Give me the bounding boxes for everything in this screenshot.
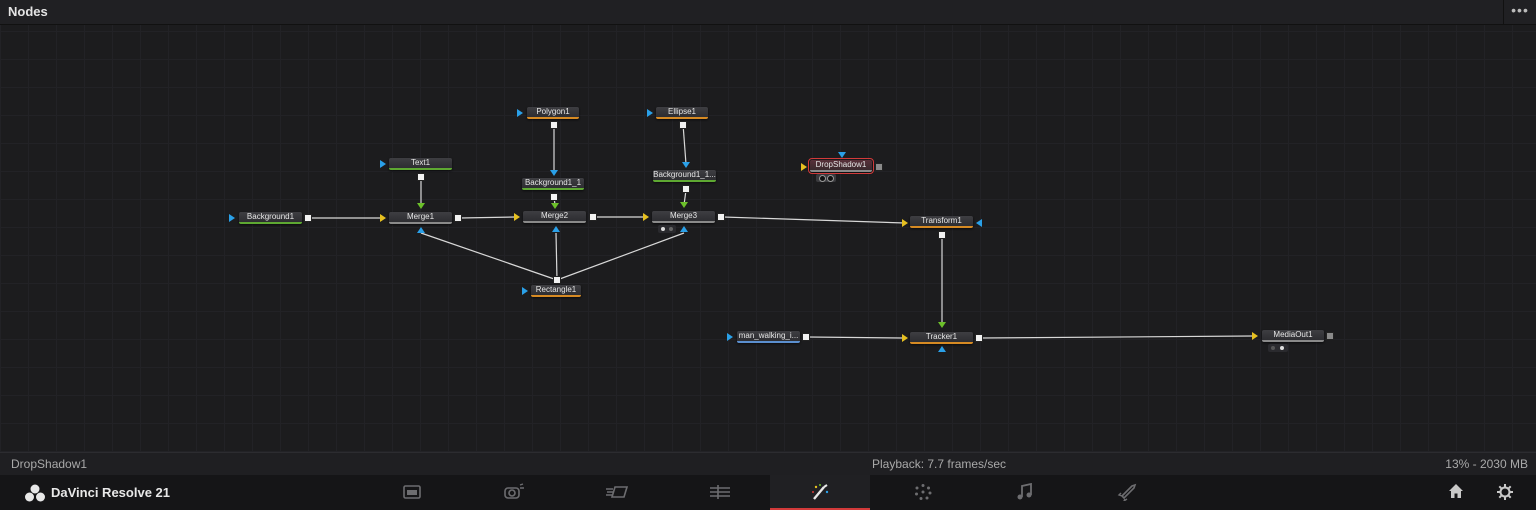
- mask-input-icon[interactable]: [727, 333, 733, 341]
- node-merge3[interactable]: Merge3: [652, 211, 715, 223]
- output-port[interactable]: [304, 214, 312, 222]
- wire: [807, 336, 903, 339]
- foreground-input-icon[interactable]: [938, 322, 946, 328]
- output-port[interactable]: [589, 213, 597, 221]
- node-background1-1-trunc[interactable]: Background1_1...: [653, 170, 716, 182]
- media-page-icon: [403, 485, 421, 499]
- background-input-icon[interactable]: [643, 213, 649, 221]
- app-name: DaVinci Resolve 21: [51, 485, 170, 500]
- mask-input-icon[interactable]: [517, 109, 523, 117]
- tab-edit-timeline-page[interactable]: [668, 475, 768, 510]
- memory-usage: 13% - 2030 MB: [1445, 457, 1528, 471]
- mask-input-icon[interactable]: [417, 227, 425, 233]
- output-port[interactable]: [717, 213, 725, 221]
- output-port[interactable]: [875, 163, 883, 171]
- edit-page-icon: [606, 486, 629, 498]
- mask-input-icon[interactable]: [647, 109, 653, 117]
- output-port[interactable]: [1326, 332, 1334, 340]
- color-page-icon: [915, 484, 932, 500]
- mask-input-icon[interactable]: [838, 152, 846, 158]
- background-input-icon[interactable]: [1252, 332, 1258, 340]
- mask-input-icon[interactable]: [680, 226, 688, 232]
- mask-input-icon[interactable]: [380, 160, 386, 168]
- output-port[interactable]: [454, 214, 462, 222]
- tab-fairlight-page[interactable]: [975, 475, 1075, 510]
- node-background1[interactable]: Background1: [239, 212, 302, 224]
- foreground-input-icon[interactable]: [417, 203, 425, 209]
- output-port[interactable]: [417, 173, 425, 181]
- wire: [459, 216, 516, 219]
- mask-input-icon[interactable]: [522, 287, 528, 295]
- more-options-icon[interactable]: •••: [1503, 0, 1536, 24]
- connection-wires: [312, 123, 1253, 339]
- node-canvas[interactable]: Background1 Text1 Merge1 Polygon1 Backgr…: [0, 25, 1536, 452]
- mask-input-icon[interactable]: [682, 162, 690, 168]
- foreground-input-icon[interactable]: [551, 203, 559, 209]
- background-input-icon[interactable]: [801, 163, 807, 171]
- tab-media-page[interactable]: [362, 475, 462, 510]
- tab-deliver-page[interactable]: [1077, 475, 1177, 510]
- output-port[interactable]: [550, 193, 558, 201]
- deliver-page-icon: [1117, 483, 1137, 501]
- node-polygon1[interactable]: Polygon1: [527, 107, 579, 119]
- status-bar: DropShadow1 Playback: 7.7 frames/sec 13%…: [0, 452, 1536, 475]
- fairlight-page-icon: [1017, 483, 1032, 500]
- cut-page-icon: [504, 483, 524, 499]
- output-port[interactable]: [802, 333, 810, 341]
- viewer-indicator-icon: [816, 174, 836, 182]
- wire: [682, 123, 687, 165]
- node-tracker1[interactable]: Tracker1: [910, 332, 973, 344]
- node-mediaout1[interactable]: MediaOut1: [1262, 330, 1324, 342]
- mask-input-icon[interactable]: [976, 219, 982, 227]
- output-port[interactable]: [975, 334, 983, 342]
- mask-input-icon[interactable]: [550, 170, 558, 176]
- tab-cut-page[interactable]: [463, 475, 563, 510]
- tab-fusion-page[interactable]: [770, 475, 870, 510]
- output-port[interactable]: [550, 121, 558, 129]
- mask-input-icon[interactable]: [938, 346, 946, 352]
- wire: [556, 232, 685, 281]
- mask-input-icon[interactable]: [552, 226, 560, 232]
- nodes-panel-header: Nodes •••: [0, 0, 1536, 25]
- background-input-icon[interactable]: [902, 334, 908, 342]
- node-rectangle1[interactable]: Rectangle1: [531, 285, 581, 297]
- node-merge2[interactable]: Merge2: [523, 211, 586, 223]
- app-brand: DaVinci Resolve 21: [24, 483, 170, 503]
- foreground-input-icon[interactable]: [680, 202, 688, 208]
- tab-edit-page[interactable]: [565, 475, 665, 510]
- viewer-indicator-icon: [658, 225, 676, 233]
- output-port[interactable]: [553, 276, 561, 284]
- background-input-icon[interactable]: [514, 213, 520, 221]
- gear-icon[interactable]: [1496, 483, 1514, 501]
- page-navigation-bar: DaVinci Resolve 21: [0, 475, 1536, 510]
- tab-color-page[interactable]: [873, 475, 973, 510]
- selected-node-label: DropShadow1: [11, 457, 88, 471]
- wire: [722, 216, 906, 224]
- panel-title: Nodes: [8, 4, 48, 19]
- output-port[interactable]: [679, 121, 687, 129]
- node-background1-1[interactable]: Background1_1: [522, 178, 584, 190]
- node-man-walking[interactable]: man_walking_i...: [737, 331, 800, 343]
- output-port[interactable]: [682, 185, 690, 193]
- playback-rate: Playback: 7.7 frames/sec: [872, 457, 1007, 471]
- fusion-page-icon: [812, 484, 829, 500]
- mask-input-icon[interactable]: [229, 214, 235, 222]
- background-input-icon[interactable]: [902, 219, 908, 227]
- wire: [420, 232, 558, 281]
- node-merge1[interactable]: Merge1: [389, 212, 452, 224]
- node-ellipse1[interactable]: Ellipse1: [656, 107, 708, 119]
- viewer-indicator-icon: [1268, 344, 1288, 352]
- wire: [980, 335, 1253, 339]
- background-input-icon[interactable]: [380, 214, 386, 222]
- wire: [555, 232, 558, 281]
- node-dropshadow1[interactable]: DropShadow1: [808, 158, 874, 174]
- node-transform1[interactable]: Transform1: [910, 216, 973, 228]
- timeline-page-icon: [710, 485, 730, 499]
- home-icon[interactable]: [1448, 483, 1464, 499]
- davinci-logo-icon: [25, 484, 45, 502]
- output-port[interactable]: [938, 231, 946, 239]
- node-text1[interactable]: Text1: [389, 158, 452, 170]
